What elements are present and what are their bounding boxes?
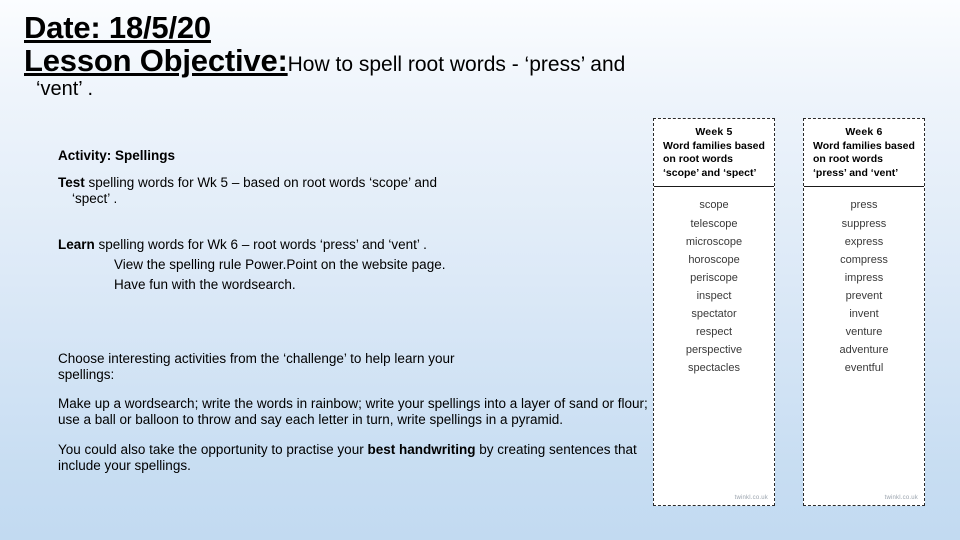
- practise-paragraph-pre: You could also take the opportunity to p…: [58, 442, 368, 458]
- lesson-objective-text: How to spell root words - ‘press’ and: [287, 52, 626, 76]
- list-item: eventful: [844, 362, 884, 375]
- list-item: spectacles: [688, 362, 740, 375]
- spacer-after-choose: [58, 386, 658, 396]
- list-item: prevent: [845, 289, 883, 302]
- list-item: scope: [699, 199, 729, 212]
- list-item: invent: [849, 307, 879, 320]
- learn-subline-1-text: View the spelling rule Power.Point on th…: [114, 256, 446, 272]
- lesson-objective-label: Lesson Objective:: [24, 42, 288, 78]
- list-item: adventure: [839, 344, 889, 357]
- practise-bold-label: best handwriting: [367, 442, 476, 458]
- list-item: respect: [695, 326, 733, 339]
- test-paragraph-text: spelling words for Wk 5 – based on root …: [84, 175, 437, 190]
- card-week5-header: Week 5 Word families based on root words…: [654, 119, 774, 188]
- spacer-after-learn: [58, 307, 658, 333]
- list-item: spectator: [691, 307, 737, 320]
- list-item: express: [844, 235, 884, 248]
- lesson-objective-tail: ‘vent’ .: [36, 78, 94, 101]
- card-week6-header: Week 6 Word families based on root words…: [804, 119, 924, 188]
- list-item: microscope: [685, 235, 743, 248]
- word-family-card-week6: Week 6 Word families based on root words…: [803, 118, 925, 506]
- list-item: inspect: [696, 289, 732, 302]
- card-week5-word-list: scope telescope microscope horoscope per…: [654, 187, 774, 493]
- test-paragraph: Test spelling words for Wk 5 – based on …: [58, 175, 658, 207]
- slide-canvas: Date: 18/5/20 Lesson Objective:How to sp…: [0, 0, 960, 540]
- objective-line: Lesson Objective:How to spell root words…: [24, 42, 944, 78]
- date-label: Date: 18/5/20: [24, 10, 211, 45]
- card-week6-week-label: Week 6: [845, 126, 883, 138]
- spacer-after-test: [58, 211, 658, 237]
- spacer-after-ideas: [58, 432, 658, 442]
- list-item: impress: [844, 271, 884, 284]
- card-week6-description: Word families based on root words ‘press…: [813, 140, 915, 179]
- list-item: press: [850, 199, 878, 212]
- list-item: compress: [840, 253, 888, 266]
- learn-subline-1: View the spelling rule Power.Point on th…: [58, 257, 658, 273]
- spacer-before-choose: [58, 333, 658, 351]
- list-item: telescope: [690, 217, 738, 230]
- list-item: horoscope: [688, 253, 740, 266]
- choose-line-1: Choose interesting activities from the ‘…: [58, 350, 455, 366]
- card-week5-footer: twinkl.co.uk: [734, 495, 768, 501]
- learn-paragraph: Learn spelling words for Wk 6 – root wor…: [58, 237, 658, 253]
- learn-paragraph-text: spelling words for Wk 6 – root words ‘pr…: [94, 236, 427, 252]
- practise-paragraph: You could also take the opportunity to p…: [58, 442, 658, 474]
- learn-bold-label: Learn: [58, 236, 95, 252]
- card-week5-description: Word families based on root words ‘scope…: [663, 140, 765, 179]
- ideas-paragraph: Make up a wordsearch; write the words in…: [58, 396, 648, 428]
- choose-line-2: spellings:: [58, 366, 115, 382]
- activity-heading: Activity: Spellings: [58, 148, 176, 163]
- card-week5-week-label: Week 5: [695, 126, 733, 138]
- list-item: suppress: [841, 217, 887, 230]
- learn-subline-2-text: Have fun with the wordsearch.: [114, 276, 296, 292]
- test-paragraph-tail: ‘spect’ .: [72, 190, 118, 206]
- slide-title-block: Date: 18/5/20 Lesson Objective:How to sp…: [24, 12, 944, 101]
- list-item: venture: [845, 326, 883, 339]
- card-week6-footer: twinkl.co.uk: [884, 495, 918, 501]
- word-family-card-week5: Week 5 Word families based on root words…: [653, 118, 775, 506]
- date-line: Date: 18/5/20: [24, 12, 944, 44]
- choose-paragraph: Choose interesting activities from the ‘…: [58, 351, 658, 383]
- test-bold-label: Test: [58, 175, 85, 190]
- card-week6-word-list: press suppress express compress impress …: [804, 187, 924, 493]
- list-item: perspective: [685, 344, 743, 357]
- learn-subline-2: Have fun with the wordsearch.: [58, 277, 658, 293]
- activity-body: Activity: Spellings Test spelling words …: [58, 148, 658, 478]
- list-item: periscope: [690, 271, 738, 284]
